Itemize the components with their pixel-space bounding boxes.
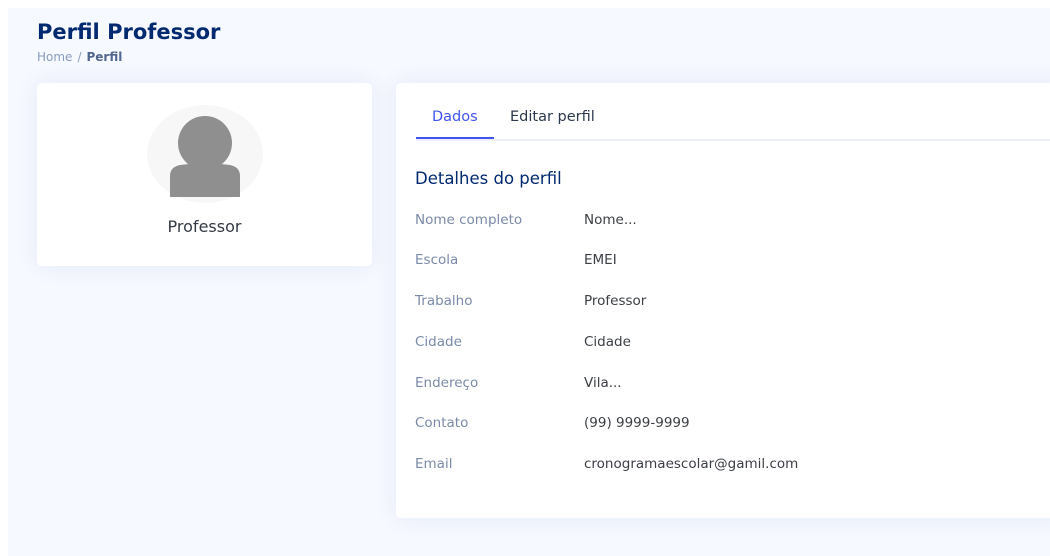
detail-label: Email xyxy=(415,456,453,472)
detail-label: Escola xyxy=(415,252,459,268)
tab-bar: Dados Editar perfil xyxy=(416,83,1050,141)
detail-value: (99) 9999-9999 xyxy=(584,415,690,431)
section-title: Detalhes do perfil xyxy=(415,169,562,188)
detail-value: Nome... xyxy=(584,212,637,228)
detail-row-contato: Contato (99) 9999-9999 xyxy=(415,415,1050,435)
breadcrumb: Home / Perfil xyxy=(37,50,122,64)
avatar xyxy=(147,105,263,203)
tab-editar-perfil[interactable]: Editar perfil xyxy=(510,109,595,125)
detail-row-email: Email cronogramaescolar@gamil.com xyxy=(415,456,1050,476)
profile-card: Professor xyxy=(37,83,372,266)
detail-row-trabalho: Trabalho Professor xyxy=(415,293,1050,313)
detail-row-cidade: Cidade Cidade xyxy=(415,334,1050,354)
breadcrumb-current: Perfil xyxy=(86,50,123,64)
detail-value: Cidade xyxy=(584,334,631,350)
detail-label: Endereço xyxy=(415,375,479,391)
detail-row-escola: Escola EMEI xyxy=(415,252,1050,272)
detail-row-nome: Nome completo Nome... xyxy=(415,212,1050,232)
detail-value: Vila... xyxy=(584,375,622,391)
detail-label: Trabalho xyxy=(415,293,473,309)
detail-label: Contato xyxy=(415,415,469,431)
detail-row-endereco: Endereço Vila... xyxy=(415,375,1050,395)
page-title: Perfil Professor xyxy=(37,20,221,44)
active-tab-indicator xyxy=(416,137,494,139)
detail-value: Professor xyxy=(584,293,647,309)
breadcrumb-home-link[interactable]: Home xyxy=(37,50,72,64)
page-background: Perfil Professor Home / Perfil Professor D… xyxy=(8,8,1050,556)
detail-label: Nome completo xyxy=(415,212,523,228)
breadcrumb-separator: / xyxy=(77,50,82,64)
detail-value: EMEI xyxy=(584,252,617,268)
profile-details-card: Dados Editar perfil Detalhes do perfil N… xyxy=(396,83,1050,518)
user-avatar-icon xyxy=(170,116,240,197)
tab-dados[interactable]: Dados xyxy=(432,109,478,125)
profile-name: Professor xyxy=(167,217,242,236)
detail-label: Cidade xyxy=(415,334,462,350)
detail-value: cronogramaescolar@gamil.com xyxy=(584,456,799,472)
